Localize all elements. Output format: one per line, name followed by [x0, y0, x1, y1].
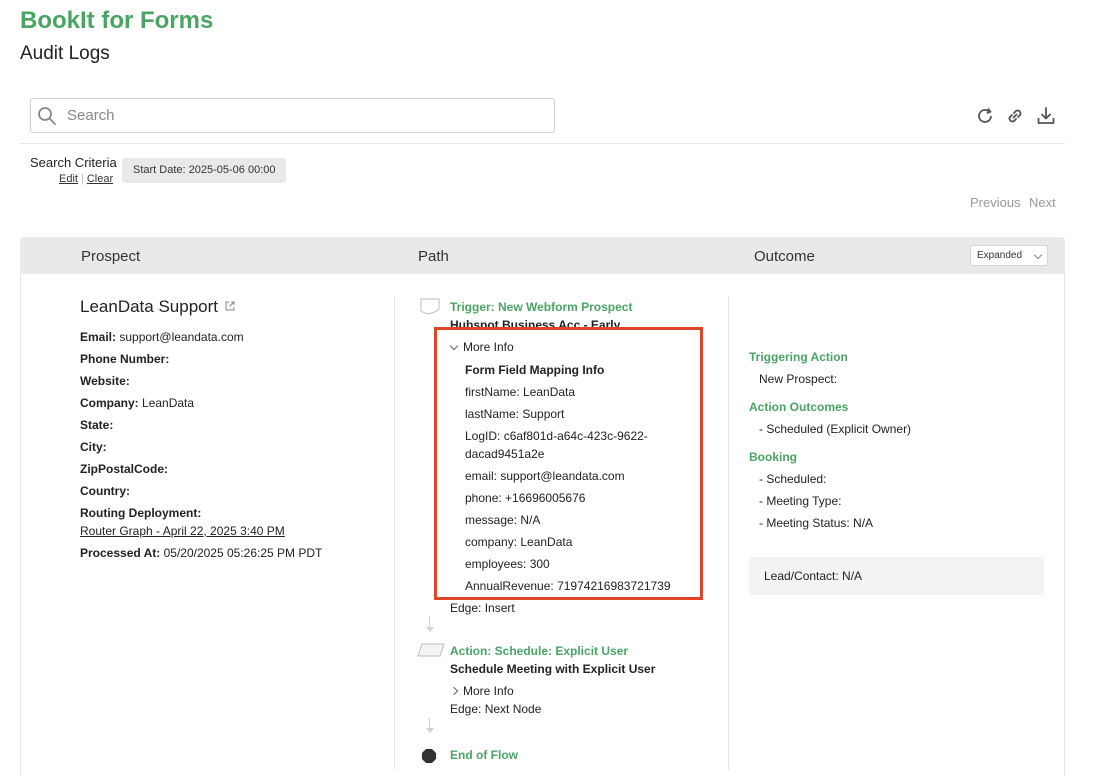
previous-page-button[interactable]: Previous [970, 195, 1021, 210]
divider [20, 143, 1065, 144]
path-connector [429, 718, 430, 728]
action-node-subtitle: Schedule Meeting with Explicit User [450, 662, 656, 676]
start-date-chip[interactable]: Start Date: 2025-05-06 00:00 [122, 158, 287, 183]
highlight-box [434, 327, 703, 600]
field-city: City: [80, 440, 107, 454]
next-page-button[interactable]: Next [1029, 195, 1056, 210]
field-company: Company: LeanData [80, 396, 195, 410]
clear-criteria-link[interactable]: Clear [87, 173, 113, 185]
action-outcomes-title: Action Outcomes [749, 400, 849, 414]
arrow-down-icon [426, 627, 434, 632]
table-header: Prospect Path Outcome Expanded [20, 237, 1065, 274]
trigger-node-icon [420, 298, 440, 315]
page-title: Audit Logs [20, 43, 110, 64]
link-icon[interactable] [1004, 105, 1026, 127]
edit-criteria-link[interactable]: Edit [59, 173, 78, 185]
path-connector [429, 616, 430, 627]
end-of-flow-label[interactable]: End of Flow [450, 748, 518, 762]
field-routing-deployment: Routing Deployment: [80, 506, 202, 520]
booking-item: - Scheduled: [759, 472, 827, 486]
trigger-edge-label: Edge: Insert [450, 601, 515, 615]
chevron-right-icon [449, 686, 459, 696]
column-path: Path [418, 248, 449, 265]
action-outcome-item: - Scheduled (Explicit Owner) [759, 422, 912, 436]
trigger-node-label[interactable]: Trigger: New Webform Prospect [450, 300, 632, 314]
field-zip: ZipPostalCode: [80, 462, 169, 476]
chevron-down-icon [1033, 250, 1043, 260]
field-state: State: [80, 418, 114, 432]
action-more-info-toggle[interactable]: More Info [449, 684, 514, 698]
end-node-icon [422, 749, 436, 763]
app-title: BookIt for Forms [20, 7, 214, 34]
search-box[interactable] [30, 98, 555, 133]
action-edge-label: Edge: Next Node [450, 702, 542, 716]
triggering-action-item: New Prospect: [759, 372, 838, 386]
download-icon[interactable] [1035, 105, 1057, 127]
view-mode-select[interactable]: Expanded [970, 245, 1048, 266]
field-email: Email: support@leandata.com [80, 330, 244, 344]
booking-item: - Meeting Status: N/A [759, 516, 874, 530]
action-node-label[interactable]: Action: Schedule: Explicit User [450, 644, 628, 658]
column-divider [394, 296, 395, 770]
booking-title: Booking [749, 450, 797, 464]
routing-deployment-link[interactable]: Router Graph - April 22, 2025 3:40 PM [80, 524, 285, 538]
prospect-name: LeanData Support [80, 297, 218, 316]
external-link-icon[interactable] [224, 300, 236, 312]
triggering-action-title: Triggering Action [749, 350, 848, 364]
field-country: Country: [80, 484, 130, 498]
field-processed-at: Processed At: 05/20/2025 05:26:25 PM PDT [80, 546, 323, 560]
column-outcome: Outcome [754, 248, 815, 265]
arrow-down-icon [426, 728, 434, 733]
field-website: Website: [80, 374, 130, 388]
field-phone: Phone Number: [80, 352, 170, 366]
criteria-actions: Edit | Clear [59, 173, 114, 185]
column-prospect: Prospect [81, 248, 141, 265]
booking-item: - Meeting Type: [759, 494, 842, 508]
column-divider [728, 296, 729, 770]
refresh-icon[interactable] [974, 105, 996, 127]
search-criteria-label: Search Criteria [30, 155, 117, 170]
view-mode-value: Expanded [977, 250, 1023, 261]
search-icon [38, 107, 56, 125]
lead-contact-box: Lead/Contact: N/A [749, 557, 1044, 595]
action-node-icon [417, 643, 445, 657]
lead-contact-value: Lead/Contact: N/A [764, 569, 863, 583]
search-input[interactable] [67, 100, 547, 131]
